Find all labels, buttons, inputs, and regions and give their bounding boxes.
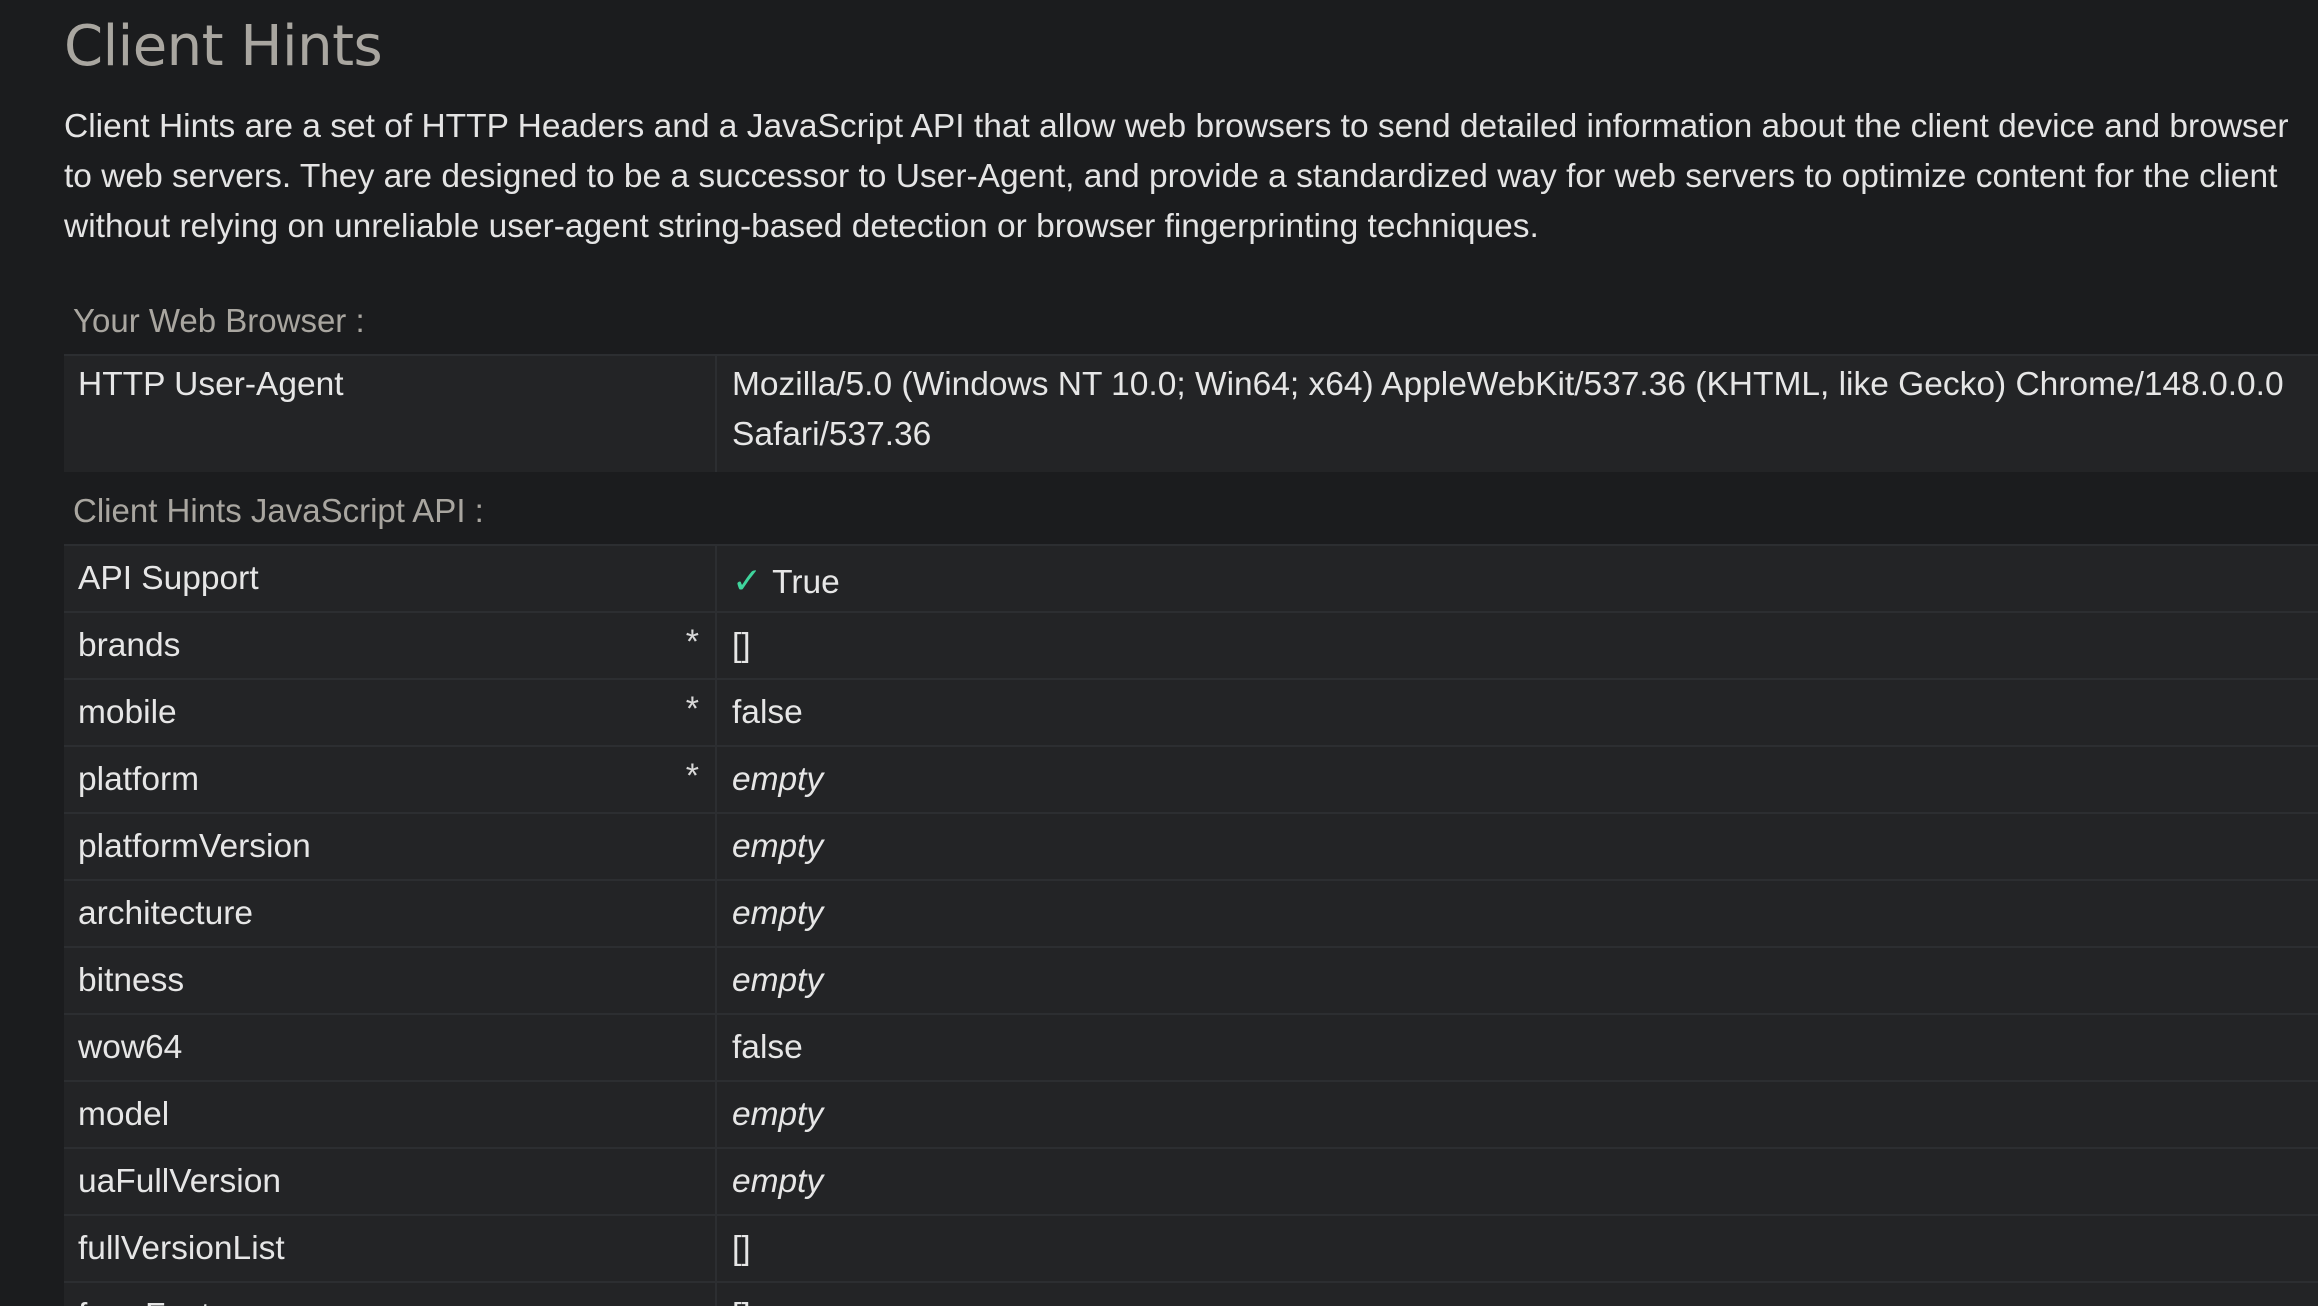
row-key-cell: platformVersion (64, 812, 717, 880)
row-key-cell: formFactors (64, 1281, 717, 1306)
row-key: architecture (78, 895, 254, 932)
row-value-cell: false (716, 678, 2318, 746)
row-value-cell: [] (716, 1281, 2318, 1306)
row-value-cell: empty (716, 745, 2318, 813)
row-key-cell: platform * (64, 745, 717, 813)
row-value-cell: [] (716, 1214, 2318, 1282)
asterisk-marker: * (685, 757, 699, 795)
row-key: mobile (78, 694, 177, 731)
row-key-cell: brands * (64, 611, 717, 679)
table-row: uaFullVersion empty (64, 1147, 2318, 1215)
intro-paragraph: Client Hints are a set of HTTP Headers a… (64, 102, 2318, 252)
table-row: bitness empty (64, 946, 2318, 1014)
table-row: formFactors[] (64, 1281, 2318, 1306)
api-support-value: True (772, 564, 840, 601)
user-agent-line: Mozilla/5.0 (Windows NT 10.0; Win64; x64… (732, 366, 2284, 403)
row-value: empty (732, 828, 824, 865)
row-value: empty (732, 761, 824, 798)
js-api-table: API Support ✓ True brands *[] mobile * false p… (64, 544, 2318, 1306)
page-title: Client Hints (64, 14, 383, 79)
row-value-cell: empty (716, 1080, 2318, 1148)
row-key: HTTP User-Agent (78, 366, 344, 403)
browser-table: HTTP User-Agent Mozilla/5.0 (Windows NT … (64, 354, 2318, 472)
row-value-cell: ✓ True (716, 544, 2318, 612)
row-key-cell: mobile * (64, 678, 717, 746)
table-row: platform * empty (64, 745, 2318, 813)
row-value: empty (732, 1163, 824, 1200)
table-row: API Support ✓ True (64, 544, 2318, 612)
intro-line: without relying on unreliable user-agent… (64, 208, 1539, 245)
table-row: HTTP User-Agent Mozilla/5.0 (Windows NT … (64, 354, 2318, 472)
row-value-cell: Mozilla/5.0 (Windows NT 10.0; Win64; x64… (716, 354, 2318, 472)
intro-line: to web servers. They are designed to be … (64, 158, 2278, 195)
row-key-cell: uaFullVersion (64, 1147, 717, 1215)
js-api-section-caption: Client Hints JavaScript API : (73, 492, 484, 529)
row-value: [] (732, 627, 751, 664)
table-row: brands * [] (64, 611, 2318, 679)
row-key-cell: model (64, 1080, 717, 1148)
row-key: platform (78, 761, 200, 798)
row-key: formFactors (64, 1283, 715, 1306)
row-key: wow64 (78, 1029, 183, 1066)
row-value-cell: false (716, 1013, 2318, 1081)
asterisk-marker: * (685, 623, 699, 661)
row-key-cell: bitness (64, 946, 717, 1014)
row-value: empty (732, 895, 824, 932)
row-value-cell: empty (716, 1147, 2318, 1215)
row-key-cell: HTTP User-Agent (64, 354, 717, 472)
row-key: bitness (78, 962, 185, 999)
row-value: false (732, 1029, 803, 1066)
row-value-cell: empty (716, 812, 2318, 880)
row-key: API Support (78, 560, 259, 597)
table-row: model empty (64, 1080, 2318, 1148)
row-key: brands (78, 627, 181, 664)
check-icon: ✓ (732, 560, 763, 601)
table-row: fullVersionList [] (64, 1214, 2318, 1282)
row-value-cell: [] (716, 611, 2318, 679)
row-key: fullVersionList (78, 1230, 285, 1267)
table-row: mobile * false (64, 678, 2318, 746)
row-value: false (732, 694, 803, 731)
row-value: [] (717, 1283, 2318, 1306)
table-row: architecture empty (64, 879, 2318, 947)
row-key-cell: API Support (64, 544, 717, 612)
row-key-cell: fullVersionList (64, 1214, 717, 1282)
user-agent-value: Mozilla/5.0 (Windows NT 10.0; Win64; x64… (717, 356, 2318, 460)
client-hints-page: Client Hints Client Hints are a set of H… (64, 0, 2318, 1306)
row-key: uaFullVersion (78, 1163, 281, 1200)
row-key-cell: wow64 (64, 1013, 717, 1081)
row-value-cell: empty (716, 879, 2318, 947)
table-row: wow64 false (64, 1013, 2318, 1081)
row-key: model (78, 1096, 170, 1133)
browser-section-caption: Your Web Browser : (73, 302, 365, 339)
user-agent-line: Safari/537.36 (732, 416, 932, 453)
row-key: platformVersion (78, 828, 311, 865)
row-value: empty (732, 962, 824, 999)
intro-line: Client Hints are a set of HTTP Headers a… (64, 108, 2289, 145)
table-row: platformVersion empty (64, 812, 2318, 880)
row-value-cell: empty (716, 946, 2318, 1014)
row-value: empty (732, 1096, 824, 1133)
asterisk-marker: * (685, 690, 699, 728)
row-value: [] (732, 1230, 751, 1267)
row-key-cell: architecture (64, 879, 717, 947)
